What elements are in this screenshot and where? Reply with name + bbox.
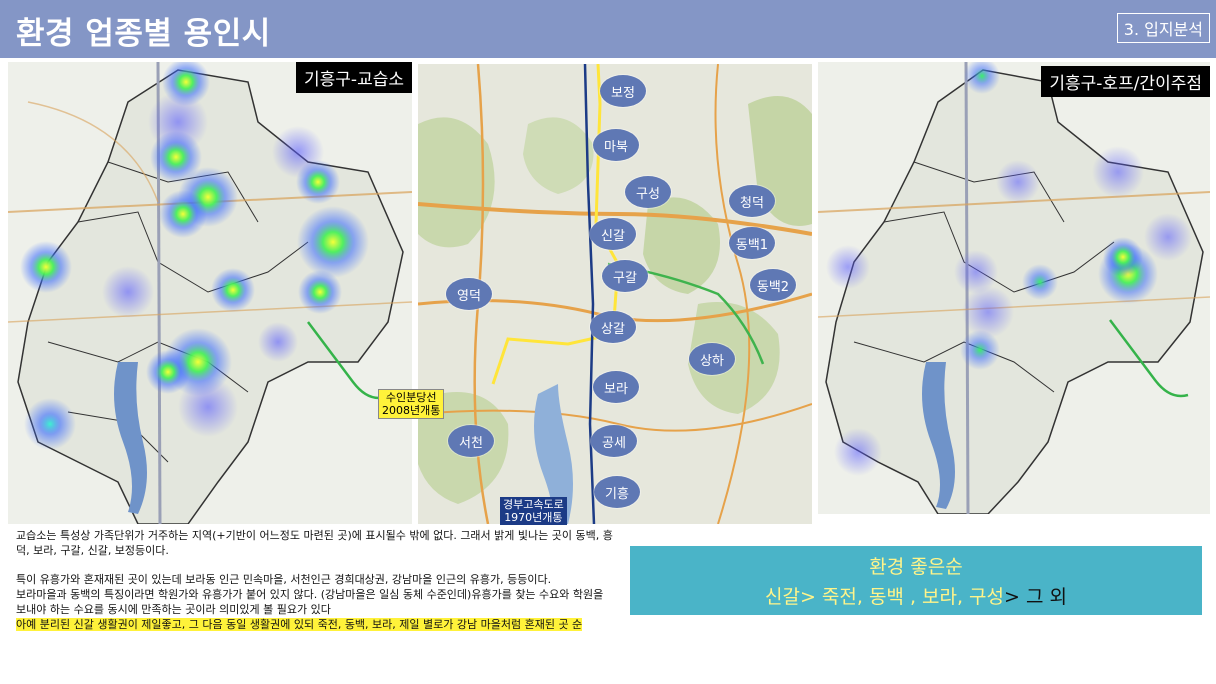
district-dongbaek2: 동백2 xyxy=(750,269,796,301)
summary-box: 환경 좋은순 신갈> 죽전, 동백 , 보라, 구성> 그 외 xyxy=(630,546,1202,615)
rail-opening-callout: 수인분당선 2008년개통 xyxy=(378,389,445,419)
rail-year: 2008년개통 xyxy=(382,404,441,417)
analysis-text: 교습소는 특성상 가족단위가 거주하는 지역(+기반이 어느정도 마련된 곳)에… xyxy=(16,528,616,632)
left-heatmap-map: 기흥구-교습소 xyxy=(8,62,412,524)
paragraph-4: 아예 분리된 신갈 생활권이 제일좋고, 그 다음 동일 생활권에 있되 죽전,… xyxy=(16,617,616,632)
district-singal: 신갈 xyxy=(590,218,636,250)
center-district-map: 보정 마북 구성 청덕 신갈 동백1 구갈 동백2 영덕 상갈 상하 보라 서천… xyxy=(418,64,812,524)
district-gugal: 구갈 xyxy=(602,260,648,292)
highlighted-conclusion: 아예 분리된 신갈 생활권이 제일좋고, 그 다음 동일 생활권에 있되 죽전,… xyxy=(16,618,583,631)
district-sangha: 상하 xyxy=(689,343,735,375)
highway-name: 경부고속도로 xyxy=(503,498,564,511)
district-mabuk: 마북 xyxy=(593,129,639,161)
summary-ranking: 신갈> 죽전, 동백 , 보라, 구성> 그 외 xyxy=(630,582,1202,609)
page-title: 환경 업종별 용인시 xyxy=(16,16,271,52)
paragraph-1: 교습소는 특성상 가족단위가 거주하는 지역(+기반이 어느정도 마련된 곳)에… xyxy=(16,529,613,557)
district-cheongdeok: 청덕 xyxy=(729,185,775,217)
highway-opening-callout: 경부고속도로 1970년개통 xyxy=(500,497,567,525)
district-yeongdeok: 영덕 xyxy=(446,278,492,310)
rail-name: 수인분당선 xyxy=(385,391,437,404)
district-bora: 보라 xyxy=(593,371,639,403)
summary-title: 환경 좋은순 xyxy=(869,556,963,578)
paragraph-3: 보라마을과 동백의 특징이라면 학원가와 유흥가가 붙어 있지 않다. (강남마… xyxy=(16,588,604,616)
district-dongbaek1: 동백1 xyxy=(729,227,775,259)
district-guseong: 구성 xyxy=(625,176,671,208)
paragraph-2: 특이 유흥가와 혼재재된 곳이 있는데 보라동 인근 민속마을, 서천인근 경희… xyxy=(16,573,552,586)
summary-ranking-main: 신갈> 죽전, 동백 , 보라, 구성 xyxy=(764,586,1005,608)
right-heatmap-map: 기흥구-호프/간이주점 xyxy=(818,62,1210,514)
highway-year: 1970년개통 xyxy=(504,511,563,524)
district-seocheon: 서천 xyxy=(448,425,494,457)
district-gongse: 공세 xyxy=(591,425,637,457)
right-map-label: 기흥구-호프/간이주점 xyxy=(1041,66,1210,97)
left-map-drawing xyxy=(8,62,412,524)
district-bojeong: 보정 xyxy=(600,75,646,107)
summary-ranking-rest: > 그 외 xyxy=(1004,586,1067,608)
district-giheung: 기흥 xyxy=(594,476,640,508)
section-badge: 3. 입지분석 xyxy=(1116,13,1210,43)
district-sanggal: 상갈 xyxy=(590,311,636,343)
left-map-label: 기흥구-교습소 xyxy=(296,62,412,93)
right-map-drawing xyxy=(818,62,1210,514)
header-bar: 환경 업종별 용인시 3. 입지분석 xyxy=(0,0,1216,58)
